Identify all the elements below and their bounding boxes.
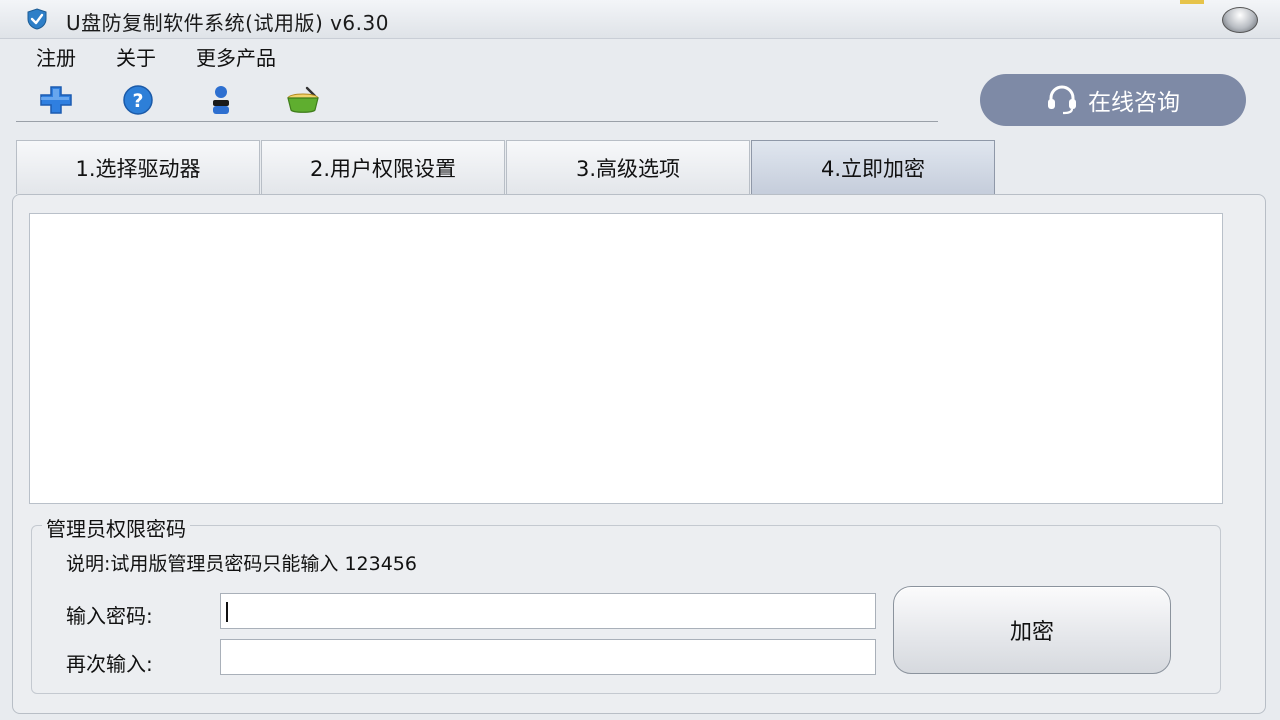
window-title: U盘防复制软件系统(试用版) v6.30 xyxy=(66,11,389,35)
tab-select-drive[interactable]: 1.选择驱动器 xyxy=(16,140,260,194)
menu-register[interactable]: 注册 xyxy=(36,42,76,71)
password-note: 说明:试用版管理员密码只能输入 123456 xyxy=(66,553,417,575)
help-icon[interactable]: ? xyxy=(120,84,156,116)
tab-advanced-options[interactable]: 3.高级选项 xyxy=(506,140,750,194)
user-icon[interactable] xyxy=(203,84,239,116)
confirm-password-label: 再次输入: xyxy=(66,652,153,676)
menu-bar: 注册 关于 更多产品 xyxy=(0,38,1280,72)
shield-icon xyxy=(27,8,47,30)
title-bar: U盘防复制软件系统(试用版) v6.30 xyxy=(0,0,1280,39)
password-label: 输入密码: xyxy=(66,604,153,628)
online-consult-button[interactable]: 在线咨询 xyxy=(980,74,1246,126)
encrypt-button[interactable]: 加密 xyxy=(893,586,1171,674)
headset-icon xyxy=(1048,85,1076,115)
basket-icon[interactable] xyxy=(285,84,321,116)
plus-icon[interactable] xyxy=(38,84,74,116)
password-input[interactable] xyxy=(220,593,876,629)
toolbar-divider xyxy=(16,121,938,122)
window-control-button[interactable] xyxy=(1222,7,1258,33)
online-consult-label: 在线咨询 xyxy=(1088,90,1180,116)
menu-more-products[interactable]: 更多产品 xyxy=(196,42,276,71)
tab-encrypt-now[interactable]: 4.立即加密 xyxy=(751,140,995,194)
svg-text:?: ? xyxy=(132,90,143,112)
group-title: 管理员权限密码 xyxy=(42,513,190,542)
tab-user-permissions[interactable]: 2.用户权限设置 xyxy=(261,140,505,194)
output-area[interactable] xyxy=(29,213,1223,504)
title-decoration xyxy=(1180,0,1204,4)
confirm-password-input[interactable] xyxy=(220,639,876,675)
text-caret xyxy=(226,602,228,622)
menu-about[interactable]: 关于 xyxy=(116,42,156,71)
